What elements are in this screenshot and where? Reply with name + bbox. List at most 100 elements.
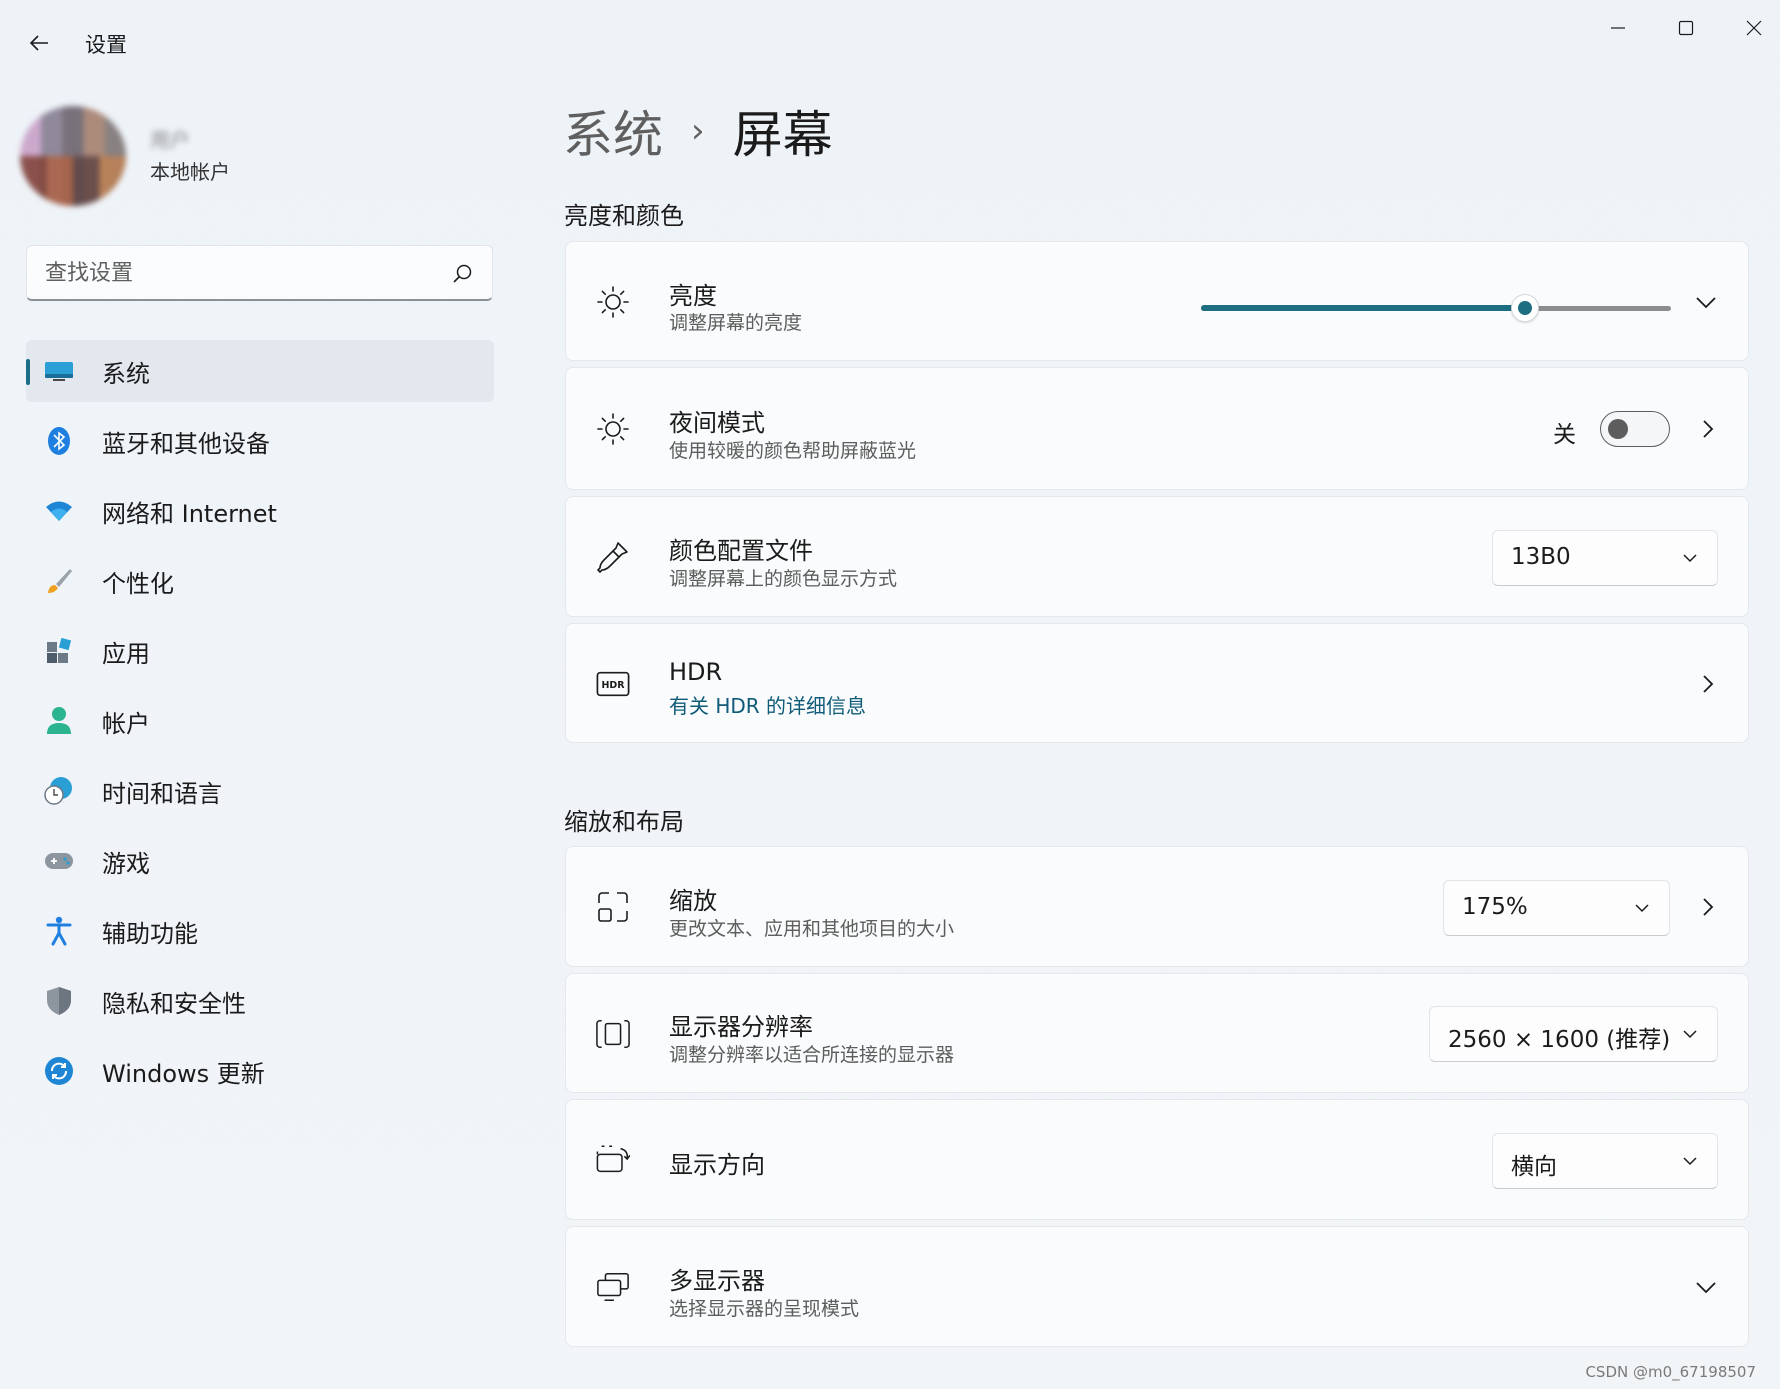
night-light-subtitle: 使用较暖的颜色帮助屏蔽蓝光 bbox=[669, 440, 917, 462]
sun-icon bbox=[596, 285, 630, 319]
chevron-right-icon[interactable] bbox=[1698, 419, 1718, 439]
sidebar-item-bluetooth[interactable]: 蓝牙和其他设备 bbox=[26, 410, 494, 472]
account-icon bbox=[44, 706, 74, 736]
wifi-icon bbox=[44, 496, 74, 526]
sidebar-item-accounts[interactable]: 帐户 bbox=[26, 690, 494, 752]
sidebar-item-personalization[interactable]: 个性化 bbox=[26, 550, 494, 612]
profile-name: 用户 bbox=[150, 128, 190, 152]
app-title: 设置 bbox=[85, 33, 127, 57]
sidebar-item-gaming[interactable]: 游戏 bbox=[26, 830, 494, 892]
sidebar-item-system[interactable]: 系统 bbox=[26, 340, 494, 402]
hdr-info-link[interactable]: 有关 HDR 的详细信息 bbox=[669, 690, 866, 719]
chevron-down-icon bbox=[1683, 1030, 1697, 1039]
scale-subtitle: 更改文本、应用和其他项目的大小 bbox=[669, 918, 955, 940]
chevron-down-icon bbox=[1635, 904, 1649, 913]
orientation-dropdown[interactable]: 横向 bbox=[1492, 1133, 1718, 1189]
watermark: CSDN @m0_67198507 bbox=[1585, 1363, 1756, 1381]
search-box[interactable] bbox=[26, 245, 493, 301]
sidebar-item-label: 隐私和安全性 bbox=[102, 989, 246, 1018]
sidebar-item-label: 应用 bbox=[102, 639, 150, 668]
resolution-icon bbox=[596, 1017, 630, 1051]
scale-icon bbox=[596, 890, 630, 924]
resolution-card: 显示器分辨率 调整分辨率以适合所连接的显示器 2560 × 1600 (推荐) bbox=[565, 973, 1749, 1093]
orientation-icon bbox=[596, 1143, 630, 1177]
back-button[interactable] bbox=[22, 26, 56, 60]
sidebar-item-accessibility[interactable]: 辅助功能 bbox=[26, 900, 494, 962]
orientation-title: 显示方向 bbox=[669, 1151, 765, 1179]
brightness-title: 亮度 bbox=[669, 282, 717, 310]
brightness-subtitle: 调整屏幕的亮度 bbox=[669, 312, 803, 334]
close-icon bbox=[1746, 20, 1762, 36]
sidebar-item-label: 系统 bbox=[102, 359, 150, 388]
hdr-icon: HDR bbox=[596, 667, 630, 701]
avatar[interactable] bbox=[20, 106, 126, 206]
search-input[interactable] bbox=[45, 256, 445, 290]
multi-display-icon bbox=[596, 1270, 630, 1304]
hdr-card[interactable]: HDR HDR 有关 HDR 的详细信息 bbox=[565, 623, 1749, 743]
apps-icon bbox=[44, 636, 74, 666]
night-light-toggle[interactable] bbox=[1600, 411, 1670, 447]
minimize-icon bbox=[1611, 27, 1625, 29]
sidebar-item-time-language[interactable]: 时间和语言 bbox=[26, 760, 494, 822]
breadcrumb: 系统 › 屏幕 bbox=[563, 96, 833, 166]
night-light-icon bbox=[596, 412, 630, 446]
active-indicator bbox=[26, 359, 30, 385]
resolution-dropdown[interactable]: 2560 × 1600 (推荐) bbox=[1429, 1006, 1718, 1062]
orientation-card: 显示方向 横向 bbox=[565, 1099, 1749, 1220]
scale-dropdown[interactable]: 175% bbox=[1443, 880, 1670, 936]
night-light-title: 夜间模式 bbox=[669, 409, 765, 437]
sidebar-item-apps[interactable]: 应用 bbox=[26, 620, 494, 682]
slider-fill bbox=[1201, 305, 1526, 311]
eyedropper-icon bbox=[596, 540, 630, 574]
breadcrumb-parent[interactable]: 系统 bbox=[563, 95, 663, 167]
profile-account-type: 本地帐户 bbox=[150, 160, 230, 184]
minimize-button[interactable] bbox=[1588, 8, 1648, 48]
night-light-card[interactable]: 夜间模式 使用较暖的颜色帮助屏蔽蓝光 关 bbox=[565, 367, 1749, 490]
chevron-down-icon bbox=[1683, 554, 1697, 563]
update-icon bbox=[44, 1056, 74, 1086]
slider-thumb[interactable] bbox=[1511, 294, 1540, 322]
multi-display-subtitle: 选择显示器的呈现模式 bbox=[669, 1298, 860, 1320]
chevron-right-icon[interactable] bbox=[1698, 897, 1718, 917]
close-button[interactable] bbox=[1724, 8, 1780, 48]
brightness-card[interactable]: 亮度 调整屏幕的亮度 bbox=[565, 241, 1749, 361]
multi-display-card[interactable]: 多显示器 选择显示器的呈现模式 bbox=[565, 1226, 1749, 1347]
color-profile-title: 颜色配置文件 bbox=[669, 537, 813, 565]
sidebar-item-label: Windows 更新 bbox=[102, 1059, 265, 1088]
color-profile-subtitle: 调整屏幕上的颜色显示方式 bbox=[669, 568, 898, 590]
night-light-state-label: 关 bbox=[1553, 422, 1576, 448]
breadcrumb-separator: › bbox=[691, 111, 705, 151]
color-profile-card: 颜色配置文件 调整屏幕上的颜色显示方式 13B0 bbox=[565, 496, 1749, 617]
brightness-slider[interactable] bbox=[1201, 294, 1671, 322]
sidebar-item-privacy[interactable]: 隐私和安全性 bbox=[26, 970, 494, 1032]
search-icon[interactable] bbox=[450, 262, 474, 286]
shield-icon bbox=[44, 986, 74, 1016]
resolution-title: 显示器分辨率 bbox=[669, 1013, 813, 1041]
section-title-brightness-color: 亮度和颜色 bbox=[564, 202, 684, 230]
scale-title: 缩放 bbox=[669, 887, 717, 915]
maximize-button[interactable] bbox=[1656, 8, 1716, 48]
hdr-title: HDR bbox=[669, 658, 723, 686]
sidebar-item-label: 网络和 Internet bbox=[102, 499, 277, 528]
sidebar-item-windows-update[interactable]: Windows 更新 bbox=[26, 1040, 494, 1102]
sidebar-item-label: 个性化 bbox=[102, 569, 174, 598]
scale-card[interactable]: 缩放 更改文本、应用和其他项目的大小 175% bbox=[565, 846, 1749, 967]
multi-display-title: 多显示器 bbox=[669, 1267, 765, 1295]
svg-text:HDR: HDR bbox=[602, 680, 626, 691]
chevron-down-icon[interactable] bbox=[1694, 290, 1718, 314]
color-profile-dropdown[interactable]: 13B0 bbox=[1492, 530, 1718, 586]
sidebar-item-network[interactable]: 网络和 Internet bbox=[26, 480, 494, 542]
bluetooth-icon bbox=[44, 426, 74, 456]
page-title: 屏幕 bbox=[732, 106, 833, 164]
chevron-right-icon[interactable] bbox=[1698, 674, 1718, 694]
section-title-scale-layout: 缩放和布局 bbox=[564, 808, 684, 836]
sidebar-item-label: 游戏 bbox=[102, 849, 150, 878]
maximize-icon bbox=[1678, 20, 1694, 36]
dropdown-value: 2560 × 1600 (推荐) bbox=[1448, 1027, 1671, 1053]
sidebar-item-label: 蓝牙和其他设备 bbox=[102, 429, 270, 458]
chevron-down-icon[interactable] bbox=[1694, 1275, 1718, 1299]
back-arrow-icon bbox=[29, 35, 48, 51]
sidebar-item-label: 辅助功能 bbox=[102, 919, 198, 948]
globe-clock-icon bbox=[44, 776, 74, 806]
gamepad-icon bbox=[44, 846, 74, 876]
